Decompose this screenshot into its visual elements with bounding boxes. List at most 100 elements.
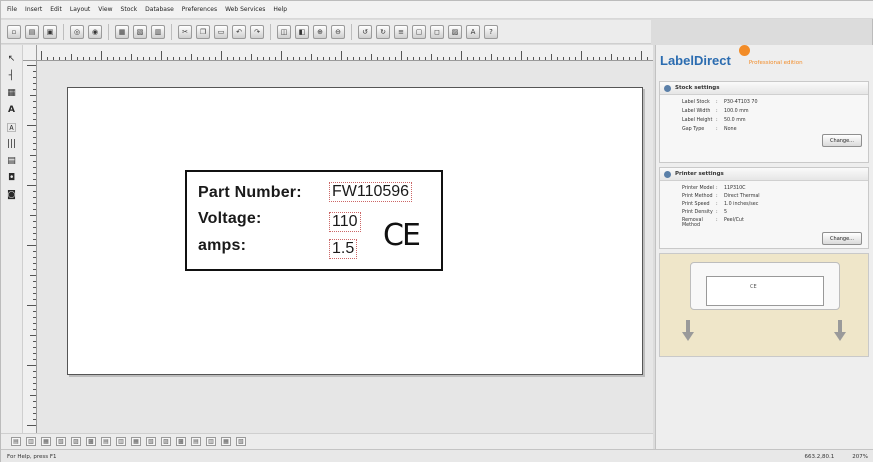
image-icon[interactable]: ▦ [115,24,129,39]
align-left-icon[interactable]: ▤ [11,437,21,446]
ruler-tick [611,54,612,60]
menu-layout[interactable]: Layout [70,6,90,13]
ruler-tick [33,311,36,312]
ruler-tick [347,57,348,60]
open-folder-icon[interactable]: ▤ [25,24,39,39]
distribute-vertical-icon[interactable]: ▥ [116,437,126,446]
status-help-text: For Help, press F1 [7,453,57,460]
group-icon[interactable]: ▢ [412,24,426,39]
menu-help[interactable]: Help [273,6,287,13]
printer-change-button[interactable]: Change... [822,232,862,245]
shape-tool-icon[interactable]: ▦ [5,87,19,99]
menu-edit[interactable]: Edit [50,6,62,13]
align-center-icon[interactable]: ▥ [26,437,36,446]
same-height-icon[interactable]: ▧ [146,437,156,446]
rectangle-tool-icon[interactable]: ◘ [5,172,19,184]
voltage-value[interactable]: 110 [329,212,361,232]
rotate-left-icon[interactable]: ↺ [358,24,372,39]
ruler-tick [461,51,462,60]
text-tool-icon[interactable]: A [466,24,480,39]
part-number-value[interactable]: FW110596 [329,182,413,202]
stock-settings-title: Stock settings [675,85,720,91]
center-horizontal-icon[interactable]: ▩ [176,437,186,446]
ruler-tick [33,83,36,84]
center-vertical-icon[interactable]: ▤ [191,437,201,446]
align-right-icon[interactable]: ▦ [41,437,51,446]
print-setup-icon[interactable]: ▧ [133,24,147,39]
distribute-horizontal-icon[interactable]: ▤ [101,437,111,446]
send-back-icon[interactable]: ▦ [221,437,231,446]
zoom-page-icon[interactable]: ◫ [277,24,291,39]
align-top-icon[interactable]: ▧ [56,437,66,446]
ruler-tick [33,263,36,264]
stock-change-button[interactable]: Change... [822,134,862,147]
line-tool-icon[interactable]: ┤ [5,70,19,82]
ruler-tick [33,329,36,330]
text-tool-icon[interactable]: A [5,104,19,116]
copy-icon[interactable]: ❐ [196,24,210,39]
amps-label[interactable]: amps: [198,237,246,255]
label-page[interactable]: Part Number: FW110596 Voltage: 110 amps:… [67,87,643,375]
help-icon[interactable]: ? [484,24,498,39]
lock-icon[interactable]: ▧ [236,437,246,446]
ruler-tick [191,54,192,60]
bring-front-icon[interactable]: ▥ [206,437,216,446]
toolbar-separator [270,23,271,40]
ruler-tick [185,57,186,60]
ce-mark-logo[interactable]: CE [383,218,421,253]
menu-database[interactable]: Database [145,6,174,13]
image-tool-icon[interactable]: ▤ [5,155,19,167]
rotate-right-icon[interactable]: ↻ [376,24,390,39]
ruler-tick [281,51,282,60]
properties-icon[interactable]: ▨ [448,24,462,39]
redo-icon[interactable]: ↷ [250,24,264,39]
status-bar: For Help, press F1 663.2,80.1 207% [1,449,873,462]
print-preview-icon[interactable]: ◎ [70,24,84,39]
zoom-out-icon[interactable]: ⊖ [331,24,345,39]
zoom-in-icon[interactable]: ⊕ [313,24,327,39]
ruler-tick [569,57,570,60]
text-box-icon[interactable]: 🄰 [5,121,19,134]
align-icon[interactable]: ≡ [394,24,408,39]
menu-insert[interactable]: Insert [25,6,42,13]
menu-file[interactable]: File [7,6,17,13]
amps-value[interactable]: 1.5 [329,239,358,259]
ruler-tick [467,57,468,60]
save-icon[interactable]: ▣ [43,24,57,39]
part-number-label[interactable]: Part Number: [198,184,302,202]
ruler-tick [335,57,336,60]
menu-stock[interactable]: Stock [121,6,138,13]
ellipse-tool-icon[interactable]: ◙ [5,189,19,201]
design-canvas[interactable]: Part Number: FW110596 Voltage: 110 amps:… [23,45,653,433]
toolbar-separator [351,23,352,40]
stock-row: Label Height: 50.0 mm [682,118,746,123]
ruler-tick [173,57,174,60]
ruler-tick [33,407,36,408]
database-icon[interactable]: ▥ [151,24,165,39]
paste-icon[interactable]: ▭ [214,24,228,39]
menu-view[interactable]: View [98,6,112,13]
same-width-icon[interactable]: ▦ [131,437,141,446]
menu-preferences[interactable]: Preferences [182,6,217,13]
menu-web-services[interactable]: Web Services [225,6,265,13]
select-pointer-icon[interactable]: ↖ [5,53,19,65]
brand-name: LabelDirect [660,53,731,68]
align-bottom-icon[interactable]: ▩ [86,437,96,446]
ruler-tick [30,155,36,156]
product-label[interactable]: Part Number: FW110596 Voltage: 110 amps:… [185,170,443,271]
new-file-icon[interactable]: ▫ [7,24,21,39]
align-middle-icon[interactable]: ▨ [71,437,81,446]
zoom-fit-icon[interactable]: ◧ [295,24,309,39]
barcode-icon[interactable]: ||| [5,138,19,150]
print-icon[interactable]: ◉ [88,24,102,39]
same-size-icon[interactable]: ▨ [161,437,171,446]
ruler-tick [353,57,354,60]
ruler-tick [239,57,240,60]
cut-icon[interactable]: ✂ [178,24,192,39]
ruler-tick [293,57,294,60]
ungroup-icon[interactable]: ◻ [430,24,444,39]
undo-icon[interactable]: ↶ [232,24,246,39]
ruler-tick [419,57,420,60]
printer-row: Print Speed: 1.0 inches/sec [682,202,759,207]
voltage-label[interactable]: Voltage: [198,210,262,228]
